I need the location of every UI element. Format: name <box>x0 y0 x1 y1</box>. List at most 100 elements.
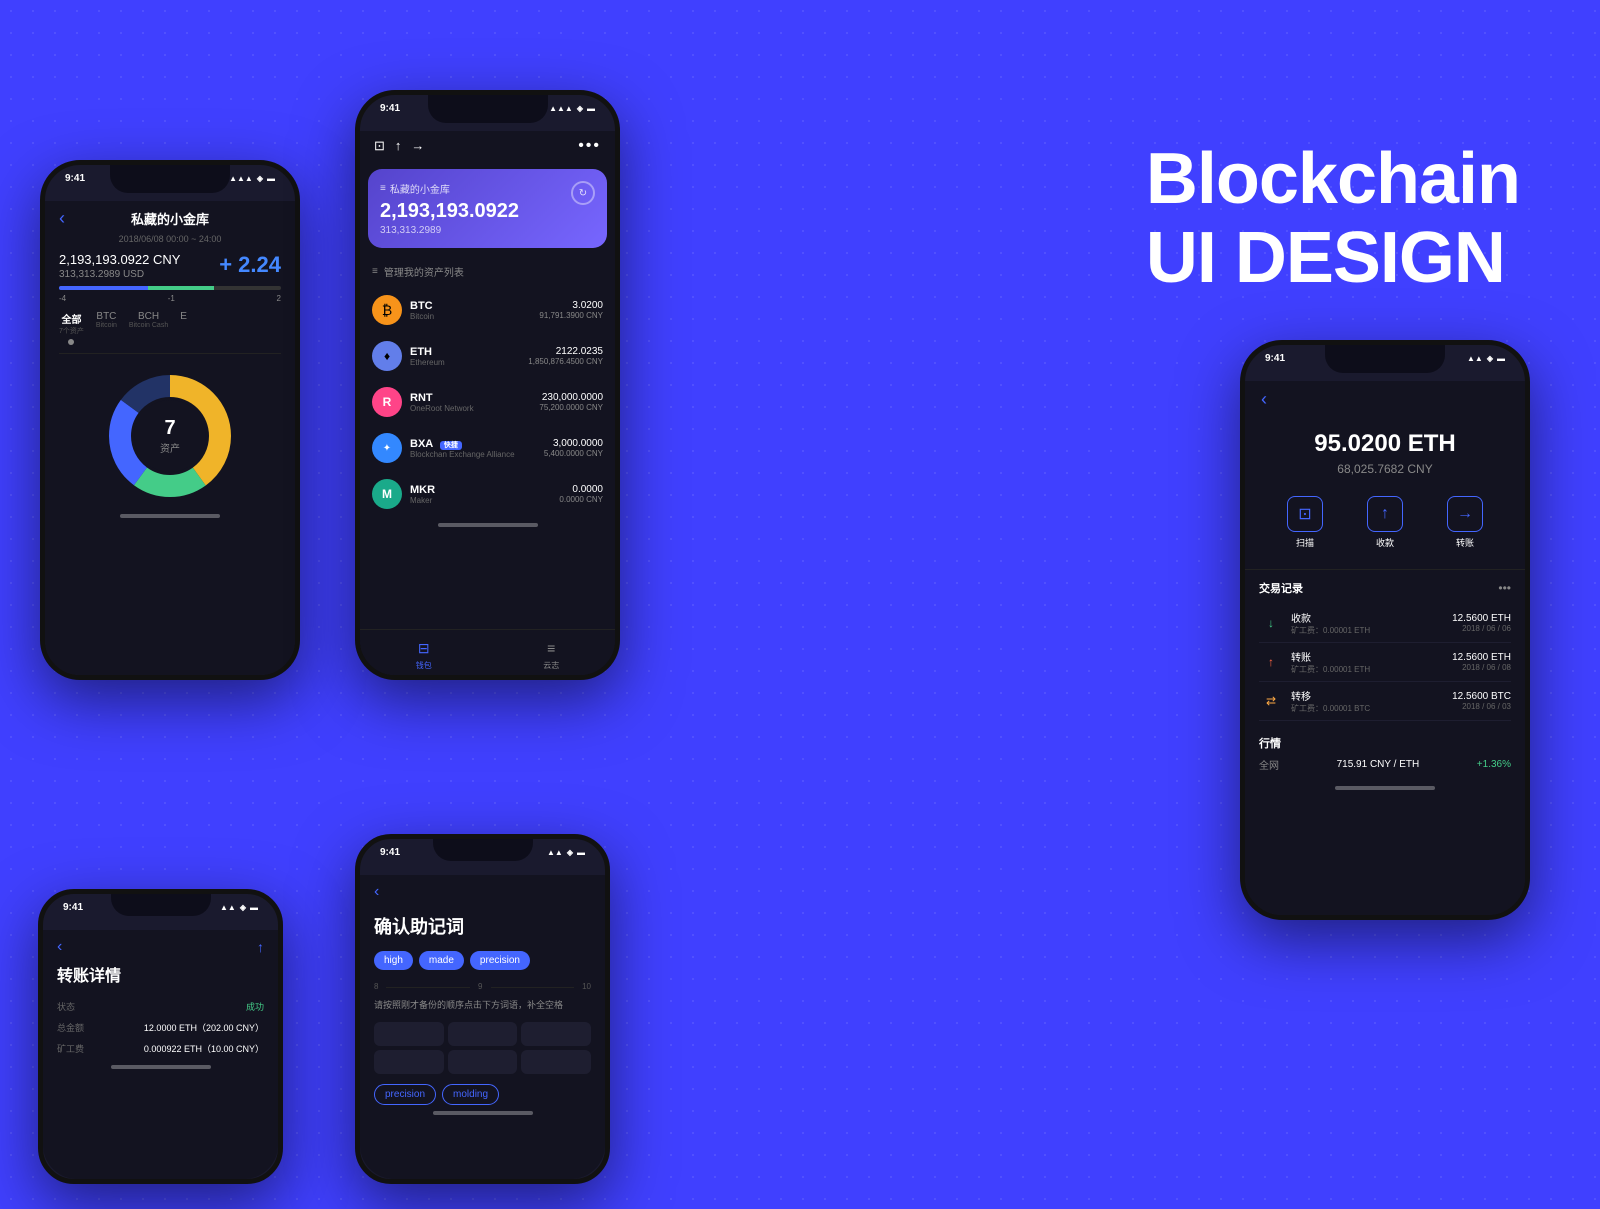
market-label: 全网 <box>1259 757 1279 772</box>
phone3-screen: ‹ 95.0200 ETH 68,025.7682 CNY ⊡ 扫描 ↑ 收款 … <box>1245 381 1525 915</box>
word-cell-3[interactable] <box>521 1022 591 1046</box>
tab-btc[interactable]: BTC Bitcoin <box>96 311 117 345</box>
phone-portfolio: 9:41 ▲▲▲ ◈ ▬ ‹ 私藏的小金库 2018/06/08 00:00 ~… <box>40 160 300 680</box>
phone1-header: ‹ 私藏的小金库 <box>59 209 281 228</box>
phone-transfer-details: 9:41 ▲▲ ◈ ▬ ‹ ↑ 转账详情 状态 成功 总金额 12.0000 E… <box>38 889 283 1184</box>
phone3-home-indicator <box>1335 786 1435 790</box>
chip-precision[interactable]: precision <box>470 951 530 970</box>
phone2-toolbar-icons: ⊡ ↑ → <box>374 138 424 154</box>
word-cell-4[interactable] <box>374 1050 444 1074</box>
phone2-status-icons: ▲▲▲ ◈ ▬ <box>549 104 595 113</box>
phone1-screen: ‹ 私藏的小金库 2018/06/08 00:00 ~ 24:00 2,193,… <box>45 201 295 675</box>
action-receive[interactable]: ↑ 收款 <box>1367 496 1403 549</box>
tab-other[interactable]: E <box>180 311 187 345</box>
arrow-right-icon[interactable]: → <box>411 138 424 154</box>
tx-item-transfer[interactable]: ⇄ 转移 矿工费：0.00001 BTC 12.5600 BTC 2018 / … <box>1259 682 1511 721</box>
btc-icon: ₿ <box>372 295 402 325</box>
tx-amounts-send: 12.5600 ETH 2018 / 06 / 08 <box>1452 652 1511 672</box>
word-cell-6[interactable] <box>521 1050 591 1074</box>
tx-amounts-transfer: 12.5600 BTC 2018 / 06 / 03 <box>1452 691 1511 711</box>
wallet-refresh-icon[interactable]: ↻ <box>571 181 595 205</box>
phone4-time: 9:41 <box>63 902 83 913</box>
phone5-title: 确认助记词 <box>360 905 605 951</box>
phone3-balance-section: 95.0200 ETH 68,025.7682 CNY <box>1245 414 1525 496</box>
phone2-section-header: ≡ 管理我的资产列表 <box>360 256 615 287</box>
phone1-change: + 2.24 <box>219 252 281 278</box>
phone1-title: 私藏的小金库 <box>131 209 209 228</box>
phone1-donut-chart: 7 资产 <box>100 366 240 506</box>
tx-item-receive[interactable]: ↓ 收款 矿工费：0.00001 ETH 12.5600 ETH 2018 / … <box>1259 604 1511 643</box>
nav-wallet[interactable]: ⊟ 钱包 <box>414 638 434 671</box>
asset-item-eth[interactable]: ♦ ETH Ethereum 2122.0235 1,850,876.4500 … <box>360 333 615 379</box>
rnt-icon: R <box>372 387 402 417</box>
phone5-back-button[interactable]: ‹ <box>374 883 379 900</box>
word-cell-2[interactable] <box>448 1022 518 1046</box>
phone-asset-list: 9:41 ▲▲▲ ◈ ▬ ⊡ ↑ → ••• ≡ 私藏的小金库 ↻ 2,193,… <box>355 90 620 680</box>
tab-bch[interactable]: BCH Bitcoin Cash <box>129 311 168 345</box>
phone1-notch <box>110 165 230 193</box>
mkr-info: MKR Maker <box>410 484 551 505</box>
wallet-card-amount: 2,193,193.0922 <box>380 200 595 223</box>
phone2-notch <box>428 95 548 123</box>
phone5-number-row: 8 9 10 <box>360 982 605 991</box>
label-neg1: -1 <box>168 294 175 303</box>
phone4-header: ‹ ↑ <box>43 930 278 962</box>
phone5-instruction: 请按照刚才备份的顺序点击下方词语，补全空格 <box>360 999 605 1012</box>
transfer-row-fee: 矿工费 0.000922 ETH（10.00 CNY） <box>43 1038 278 1059</box>
phone2-time: 9:41 <box>380 103 400 114</box>
phone1-back-button[interactable]: ‹ <box>59 208 65 229</box>
nav-list[interactable]: ≡ 云志 <box>541 638 561 671</box>
phone1-time: 9:41 <box>65 173 85 184</box>
market-title: 行情 <box>1259 735 1511 751</box>
action-scan[interactable]: ⊡ 扫描 <box>1287 496 1323 549</box>
bxa-icon: ✦ <box>372 433 402 463</box>
phone4-home-indicator <box>111 1065 211 1069</box>
phone4-share-icon[interactable]: ↑ <box>257 939 264 955</box>
chip-made[interactable]: made <box>419 951 464 970</box>
phone2-more-icon[interactable]: ••• <box>578 137 601 155</box>
tx-section-header: 交易记录 ••• <box>1259 580 1511 596</box>
upload-icon[interactable]: ↑ <box>395 138 402 154</box>
phone3-actions: ⊡ 扫描 ↑ 收款 → 转账 <box>1245 496 1525 570</box>
bxa-info: BXA 快捷 Blockchan Exchange Alliance <box>410 438 536 459</box>
action-transfer[interactable]: → 转账 <box>1447 496 1483 549</box>
chip-molding[interactable]: molding <box>442 1084 499 1105</box>
asset-item-btc[interactable]: ₿ BTC Bitcoin 3.0200 91,791.3900 CNY <box>360 287 615 333</box>
title-line1: Blockchain <box>1146 140 1520 219</box>
transfer-tx-icon: ⇄ <box>1259 689 1283 713</box>
btc-amounts: 3.0200 91,791.3900 CNY <box>539 300 603 320</box>
eth-amounts: 2122.0235 1,850,876.4500 CNY <box>528 346 603 366</box>
phone3-notch <box>1325 345 1445 373</box>
phone2-home-indicator <box>438 523 538 527</box>
asset-item-bxa[interactable]: ✦ BXA 快捷 Blockchan Exchange Alliance 3,0… <box>360 425 615 471</box>
btc-info: BTC Bitcoin <box>410 300 531 321</box>
rnt-info: RNT OneRoot Network <box>410 392 531 413</box>
transfer-row-total: 总金额 12.0000 ETH（202.00 CNY） <box>43 1017 278 1038</box>
phone4-title: 转账详情 <box>43 962 278 996</box>
phone3-back-button[interactable]: ‹ <box>1261 389 1267 410</box>
asset-item-mkr[interactable]: M MKR Maker 0.0000 0.0000 CNY <box>360 471 615 517</box>
phone3-market-section: 行情 全网 715.91 CNY / ETH +1.36% <box>1245 727 1525 780</box>
tx-item-send[interactable]: ↑ 转账 矿工费：0.00001 ETH 12.5600 ETH 2018 / … <box>1259 643 1511 682</box>
tx-more-icon[interactable]: ••• <box>1498 581 1511 595</box>
phone5-screen: ‹ 确认助记词 high made precision 8 9 10 请按照刚才… <box>360 875 605 1179</box>
market-item-eth: 全网 715.91 CNY / ETH +1.36% <box>1259 757 1511 772</box>
asset-item-rnt[interactable]: R RNT OneRoot Network 230,000.0000 75,20… <box>360 379 615 425</box>
phone5-notch <box>433 839 533 861</box>
market-price: 715.91 CNY / ETH <box>1337 759 1420 770</box>
chip-high[interactable]: high <box>374 951 413 970</box>
phone1-home-indicator <box>120 514 220 518</box>
phone5-word-grid <box>360 1022 605 1074</box>
phone5-status-icons: ▲▲ ◈ ▬ <box>547 848 585 857</box>
scan-action-icon: ⊡ <box>1287 496 1323 532</box>
tab-all[interactable]: 全部 7个资产 <box>59 311 84 345</box>
word-cell-1[interactable] <box>374 1022 444 1046</box>
word-cell-5[interactable] <box>448 1050 518 1074</box>
eth-icon: ♦ <box>372 341 402 371</box>
battery-icon: ▬ <box>267 174 275 183</box>
scan-icon[interactable]: ⊡ <box>374 138 385 154</box>
wallet-nav-icon: ⊟ <box>414 638 434 658</box>
chip-precision-bottom[interactable]: precision <box>374 1084 436 1105</box>
phone4-back-button[interactable]: ‹ <box>57 938 62 956</box>
phone2-screen: ⊡ ↑ → ••• ≡ 私藏的小金库 ↻ 2,193,193.0922 313,… <box>360 131 615 675</box>
